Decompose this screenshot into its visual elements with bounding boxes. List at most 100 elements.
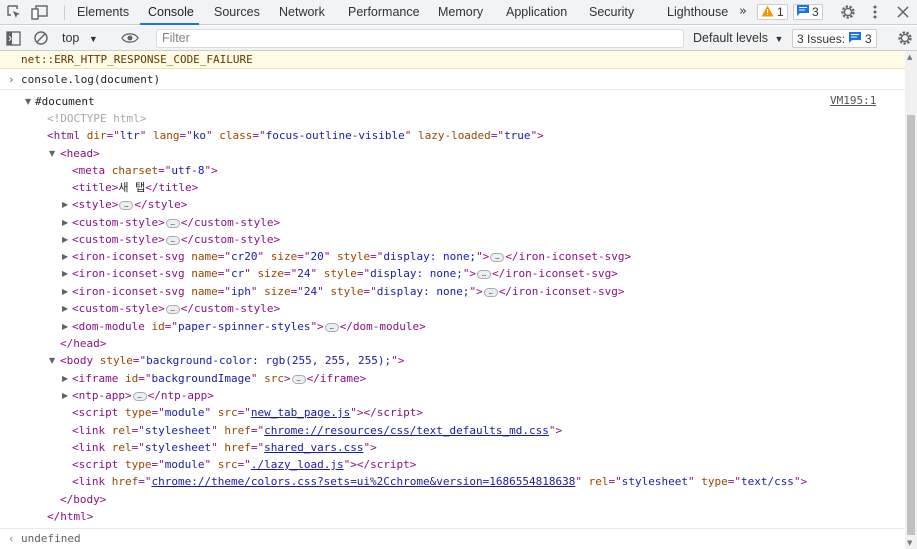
- custom-style-node[interactable]: <custom-style>… </custom-style>: [72, 300, 280, 317]
- collapse-triangle-icon[interactable]: ▼: [49, 145, 55, 162]
- warnings-count: 1: [777, 5, 784, 19]
- console-warning-message: net::ERR_HTTP_RESPONSE_CODE_FAILURE: [0, 51, 905, 69]
- ntp-app-node[interactable]: <ntp-app>… </ntp-app>: [72, 387, 214, 404]
- custom-style-node[interactable]: <custom-style>… </custom-style>: [72, 231, 280, 248]
- devtools-tabbar: Elements Console Sources Network Perform…: [0, 0, 917, 25]
- device-toolbar-icon[interactable]: [31, 3, 49, 21]
- issues-button[interactable]: 3 Issues: 3: [792, 29, 877, 48]
- console-command-entry: › console.log(document): [0, 70, 905, 90]
- source-link[interactable]: VM195:1: [830, 94, 876, 107]
- console-settings-gear-icon[interactable]: [896, 29, 914, 47]
- ellipsis-icon: …: [291, 374, 306, 384]
- script-src-link[interactable]: new_tab_page.js: [251, 406, 350, 419]
- message-icon: [797, 5, 809, 19]
- expand-triangle-icon[interactable]: ▶: [62, 248, 68, 265]
- link-href[interactable]: shared_vars.css: [264, 441, 363, 454]
- log-levels-label: Default levels: [693, 31, 769, 45]
- context-label: top: [62, 31, 80, 45]
- tab-elements[interactable]: Elements: [77, 0, 129, 25]
- link-href[interactable]: chrome://resources/css/text_defaults_md.…: [264, 424, 549, 437]
- ellipsis-icon: …: [490, 252, 505, 262]
- expand-triangle-icon[interactable]: ▶: [62, 370, 68, 387]
- collapse-triangle-icon[interactable]: ▼: [49, 352, 55, 369]
- scrollbar-thumb[interactable]: [907, 115, 915, 535]
- body-close: </body>: [60, 493, 107, 506]
- doctype-node: <!DOCTYPE html>: [47, 112, 147, 125]
- link-node[interactable]: <link rel="stylesheet" href="chrome://re…: [72, 422, 562, 439]
- warnings-badge[interactable]: 1: [757, 4, 788, 20]
- document-root[interactable]: #document: [35, 93, 95, 110]
- body-node[interactable]: <body style="background-color: rgb(255, …: [60, 352, 404, 369]
- head-node[interactable]: <head>: [60, 145, 100, 162]
- meta-node[interactable]: <meta charset="utf-8">: [72, 162, 218, 179]
- dom-module-node[interactable]: <dom-module id="paper-spinner-styles">… <…: [72, 318, 426, 335]
- filter-input[interactable]: Filter: [156, 29, 684, 48]
- tab-performance[interactable]: Performance: [348, 0, 420, 25]
- tab-console[interactable]: Console: [140, 0, 199, 25]
- issues-count: 3: [865, 31, 872, 46]
- expand-triangle-icon[interactable]: ▶: [62, 231, 68, 248]
- tab-application[interactable]: Application: [506, 0, 567, 25]
- chevron-down-icon: ▼: [774, 34, 784, 44]
- sidebar-toggle-icon[interactable]: [4, 29, 22, 47]
- more-tabs-button[interactable]: »: [739, 0, 747, 25]
- custom-style-node[interactable]: <custom-style>… </custom-style>: [72, 214, 280, 231]
- scroll-up-arrow-icon[interactable]: ▲: [907, 53, 912, 61]
- close-icon[interactable]: [894, 3, 912, 21]
- scroll-down-arrow-icon[interactable]: ▼: [907, 539, 912, 547]
- link-node[interactable]: <link href="chrome://theme/colors.css?se…: [72, 473, 807, 490]
- collapse-triangle-icon[interactable]: ▼: [25, 93, 31, 110]
- chevron-down-icon: ▼: [88, 34, 98, 44]
- tab-network[interactable]: Network: [279, 0, 325, 25]
- expand-triangle-icon[interactable]: ▶: [62, 318, 68, 335]
- context-selector[interactable]: top ▼: [62, 29, 98, 48]
- prompt-chevron-icon: ›: [8, 73, 15, 86]
- ellipsis-icon: …: [165, 218, 180, 228]
- expand-triangle-icon[interactable]: ▶: [62, 196, 68, 213]
- error-text: net::ERR_HTTP_RESPONSE_CODE_FAILURE: [21, 53, 253, 66]
- tab-lighthouse[interactable]: Lighthouse: [667, 0, 728, 25]
- html-node[interactable]: <html dir="ltr" lang="ko" class="focus-o…: [47, 127, 544, 144]
- iframe-node[interactable]: <iframe id="backgroundImage" src>… </ifra…: [72, 370, 366, 387]
- undefined-text: undefined: [21, 532, 81, 545]
- console-scrollbar[interactable]: ▲ ▼: [905, 51, 917, 549]
- ellipsis-icon: …: [477, 269, 492, 279]
- script-src-link[interactable]: ./lazy_load.js: [251, 458, 344, 471]
- expand-triangle-icon[interactable]: ▶: [62, 265, 68, 282]
- tab-sources[interactable]: Sources: [214, 0, 260, 25]
- messages-badge[interactable]: 3: [793, 4, 823, 20]
- head-close: </head>: [60, 337, 107, 350]
- inspect-element-icon[interactable]: [5, 3, 23, 21]
- iron-iconset-node[interactable]: <iron-iconset-svg name="cr20" size="20" …: [72, 248, 631, 265]
- console-return-value: ‹ undefined: [0, 528, 905, 549]
- iron-iconset-node[interactable]: <iron-iconset-svg name="cr" size="24" st…: [72, 265, 618, 282]
- link-node[interactable]: <link rel="stylesheet" href="shared_vars…: [72, 439, 377, 456]
- tab-memory[interactable]: Memory: [438, 0, 483, 25]
- live-expression-eye-icon[interactable]: [121, 29, 139, 47]
- iron-iconset-node[interactable]: <iron-iconset-svg name="iph" size="24" s…: [72, 283, 625, 300]
- clear-console-icon[interactable]: [32, 29, 50, 47]
- expand-triangle-icon[interactable]: ▶: [62, 214, 68, 231]
- expand-triangle-icon[interactable]: ▶: [62, 387, 68, 404]
- script-node[interactable]: <script type="module" src="new_tab_page.…: [72, 404, 423, 421]
- ellipsis-icon: …: [483, 287, 498, 297]
- more-options-icon[interactable]: [866, 3, 884, 21]
- ellipsis-icon: …: [132, 391, 147, 401]
- link-href[interactable]: chrome://theme/colors.css?sets=ui%2Cchro…: [152, 475, 576, 488]
- ellipsis-icon: …: [165, 304, 180, 314]
- tab-security[interactable]: Security: [589, 0, 634, 25]
- console-result: VM195:1 ▼ #document <!DOCTYPE html> <htm…: [0, 91, 905, 527]
- html-close: </html>: [47, 510, 94, 523]
- return-arrow-icon: ‹: [8, 532, 15, 545]
- script-node[interactable]: <script type="module" src="./lazy_load.j…: [72, 456, 416, 473]
- expand-triangle-icon[interactable]: ▶: [62, 283, 68, 300]
- style-node[interactable]: <style>… </style>: [72, 196, 187, 213]
- settings-gear-icon[interactable]: [839, 3, 857, 21]
- ellipsis-icon: …: [324, 322, 339, 332]
- title-node[interactable]: <title>새 탭</title>: [72, 179, 198, 196]
- ellipsis-icon: …: [165, 235, 180, 245]
- message-icon: [849, 31, 862, 46]
- console-toolbar: top ▼ Filter Default levels ▼ 3 Issues: …: [0, 26, 917, 51]
- expand-triangle-icon[interactable]: ▶: [62, 300, 68, 317]
- log-levels-dropdown[interactable]: Default levels ▼: [693, 29, 783, 48]
